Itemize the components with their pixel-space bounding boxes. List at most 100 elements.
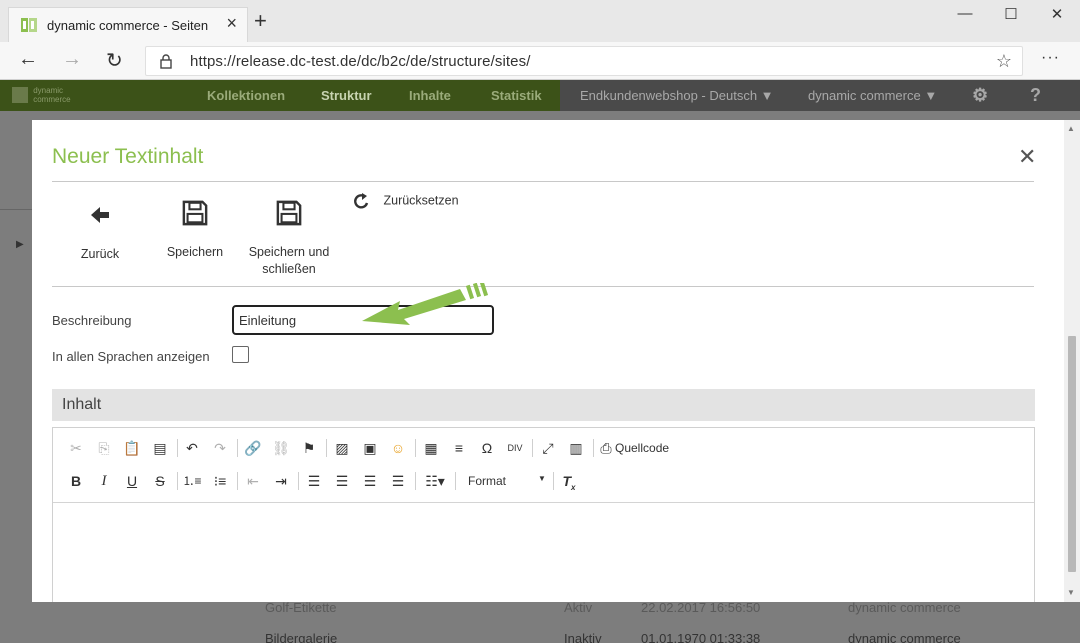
floppy-disk-icon xyxy=(182,200,208,226)
toolbar-separator xyxy=(237,472,238,490)
copy-icon[interactable]: ⎘ xyxy=(93,437,115,459)
nav-item-inhalte[interactable]: Inhalte xyxy=(409,88,451,103)
url-text: https://release.dc-test.de/dc/b2c/de/str… xyxy=(190,53,531,70)
bullet-list-icon[interactable]: ⁝≡ xyxy=(209,470,231,492)
browser-tab[interactable]: dynamic commerce - Seiten × xyxy=(8,7,248,42)
tab-title: dynamic commerce - Seiten xyxy=(47,18,209,33)
shop-select[interactable]: Endkundenwebshop - Deutsch ▼ xyxy=(580,88,774,103)
align-right-icon[interactable]: ☰ xyxy=(359,470,381,492)
emoji-icon[interactable]: ☺ xyxy=(387,437,409,459)
description-label: Beschreibung xyxy=(52,313,132,328)
back-arrow-icon xyxy=(91,207,109,223)
lock-icon xyxy=(160,54,172,69)
toolbar-separator xyxy=(553,472,554,490)
numbered-list-icon[interactable]: ⒈≡ xyxy=(181,470,203,492)
bg-row-name: Golf-Etikette xyxy=(265,600,337,615)
save-button[interactable]: Speichern xyxy=(160,200,230,261)
outdent-icon[interactable]: ⇤ xyxy=(242,470,264,492)
toolbar-separator xyxy=(455,472,456,490)
reload-icon[interactable]: ↻ xyxy=(106,48,123,73)
divider xyxy=(52,181,1034,182)
toolbar-separator xyxy=(177,439,178,457)
paragraph-direction-icon[interactable]: ☷▾ xyxy=(420,470,450,492)
page-scrollbar[interactable]: ▲ ▼ xyxy=(1064,120,1080,602)
window-close-icon[interactable]: ✕ xyxy=(1034,5,1080,27)
maximize-icon[interactable]: ☐ xyxy=(988,5,1034,27)
media-icon[interactable]: ▣ xyxy=(359,437,381,459)
strikethrough-icon[interactable]: S xyxy=(149,470,171,492)
horizontal-rule-icon[interactable]: ≡ xyxy=(448,437,470,459)
toolbar-separator xyxy=(237,439,238,457)
reset-button[interactable]: Zurücksetzen xyxy=(352,192,459,210)
tab-close-icon[interactable]: × xyxy=(226,13,237,34)
special-char-omega-icon[interactable]: Ω xyxy=(476,437,498,459)
green-arrow-icon xyxy=(362,283,489,325)
back-button[interactable]: Zurück xyxy=(72,202,128,263)
undo-icon[interactable]: ↶ xyxy=(181,437,203,459)
bg-row-owner: dynamic commerce xyxy=(848,631,961,643)
app-navbar-right: Endkundenwebshop - Deutsch ▼ dynamic com… xyxy=(560,80,1080,111)
cut-icon[interactable]: ✂ xyxy=(65,437,87,459)
remove-format-icon[interactable]: Tx xyxy=(558,470,580,492)
nav-item-kollektionen[interactable]: Kollektionen xyxy=(207,88,285,103)
source-code-icon[interactable]: ⎙ xyxy=(595,437,617,459)
align-justify-icon[interactable]: ☰ xyxy=(387,470,409,492)
table-icon[interactable]: ▦ xyxy=(420,437,442,459)
browser-addressbar: ← → ↻ https://release.dc-test.de/dc/b2c/… xyxy=(0,42,1080,80)
forward-arrow-icon[interactable]: → xyxy=(62,48,82,71)
new-tab-icon[interactable]: + xyxy=(254,10,267,32)
bold-icon[interactable]: B xyxy=(65,470,87,492)
save-and-close-button[interactable]: Speichern und schließen xyxy=(244,200,334,278)
image-icon[interactable]: ▨ xyxy=(331,437,353,459)
scrollbar-thumb[interactable] xyxy=(1068,336,1076,572)
scroll-up-icon[interactable]: ▲ xyxy=(1067,124,1075,133)
expand-arrow-icon: ▶ xyxy=(16,239,24,250)
link-icon[interactable]: 🔗 xyxy=(242,437,264,459)
redo-icon[interactable]: ↷ xyxy=(209,437,231,459)
back-arrow-icon[interactable]: ← xyxy=(18,48,38,71)
url-field[interactable]: https://release.dc-test.de/dc/b2c/de/str… xyxy=(145,46,1023,76)
all-languages-checkbox[interactable] xyxy=(232,346,249,363)
indent-icon[interactable]: ⇥ xyxy=(270,470,292,492)
bg-row-name: Bildergalerie xyxy=(265,631,338,643)
all-languages-label: In allen Sprachen anzeigen xyxy=(52,349,210,364)
nav-item-statistik[interactable]: Statistik xyxy=(491,88,542,103)
paste-icon[interactable]: 📋 xyxy=(121,437,143,459)
format-dropdown[interactable]: Format ▼ xyxy=(461,470,549,492)
dialog-close-icon[interactable]: ✕ xyxy=(1018,144,1036,170)
italic-icon[interactable]: I xyxy=(93,470,115,492)
editor-content-area[interactable] xyxy=(53,504,1034,602)
bg-row-status: Inaktiv xyxy=(564,631,602,643)
align-left-icon[interactable]: ☰ xyxy=(303,470,325,492)
source-code-button[interactable]: Quellcode xyxy=(615,441,669,455)
div-container-icon[interactable]: DIV xyxy=(504,437,526,459)
floppy-disk-icon xyxy=(276,200,302,226)
toolbar-separator xyxy=(326,439,327,457)
divider xyxy=(52,286,1034,287)
dialog-title: Neuer Textinhalt xyxy=(52,145,204,168)
toolbar-separator xyxy=(415,472,416,490)
divider xyxy=(0,209,32,210)
help-icon[interactable]: ? xyxy=(1030,85,1041,106)
app-navbar: dynamic commerce Kollektionen Struktur In… xyxy=(0,80,1080,111)
favorite-star-icon[interactable]: ☆ xyxy=(996,51,1012,72)
app-logo[interactable]: dynamic commerce xyxy=(12,86,71,104)
bg-row-status: Aktiv xyxy=(564,600,593,615)
anchor-flag-icon[interactable]: ⚑ xyxy=(298,437,320,459)
underline-icon[interactable]: U xyxy=(121,470,143,492)
paste-text-icon[interactable]: ▤ xyxy=(149,437,171,459)
align-center-icon[interactable]: ☰ xyxy=(331,470,353,492)
unlink-icon[interactable]: ⛓ xyxy=(270,437,292,459)
company-select[interactable]: dynamic commerce ▼ xyxy=(808,88,937,103)
more-menu-icon[interactable]: ··· xyxy=(1041,49,1060,67)
maximize-icon[interactable]: ⤢ xyxy=(537,437,559,459)
toolbar-separator xyxy=(177,472,178,490)
browser-tabbar: dynamic commerce - Seiten × + — ☐ ✕ xyxy=(0,0,1080,42)
minimize-icon[interactable]: — xyxy=(942,5,988,27)
scroll-down-icon[interactable]: ▼ xyxy=(1067,588,1075,597)
content-section-header: Inhalt xyxy=(52,389,1035,421)
show-blocks-icon[interactable]: ▥ xyxy=(565,437,587,459)
nav-item-struktur[interactable]: Struktur xyxy=(321,88,372,103)
settings-gear-icon[interactable]: ⚙ xyxy=(972,85,988,106)
chevron-down-icon: ▼ xyxy=(538,474,546,483)
